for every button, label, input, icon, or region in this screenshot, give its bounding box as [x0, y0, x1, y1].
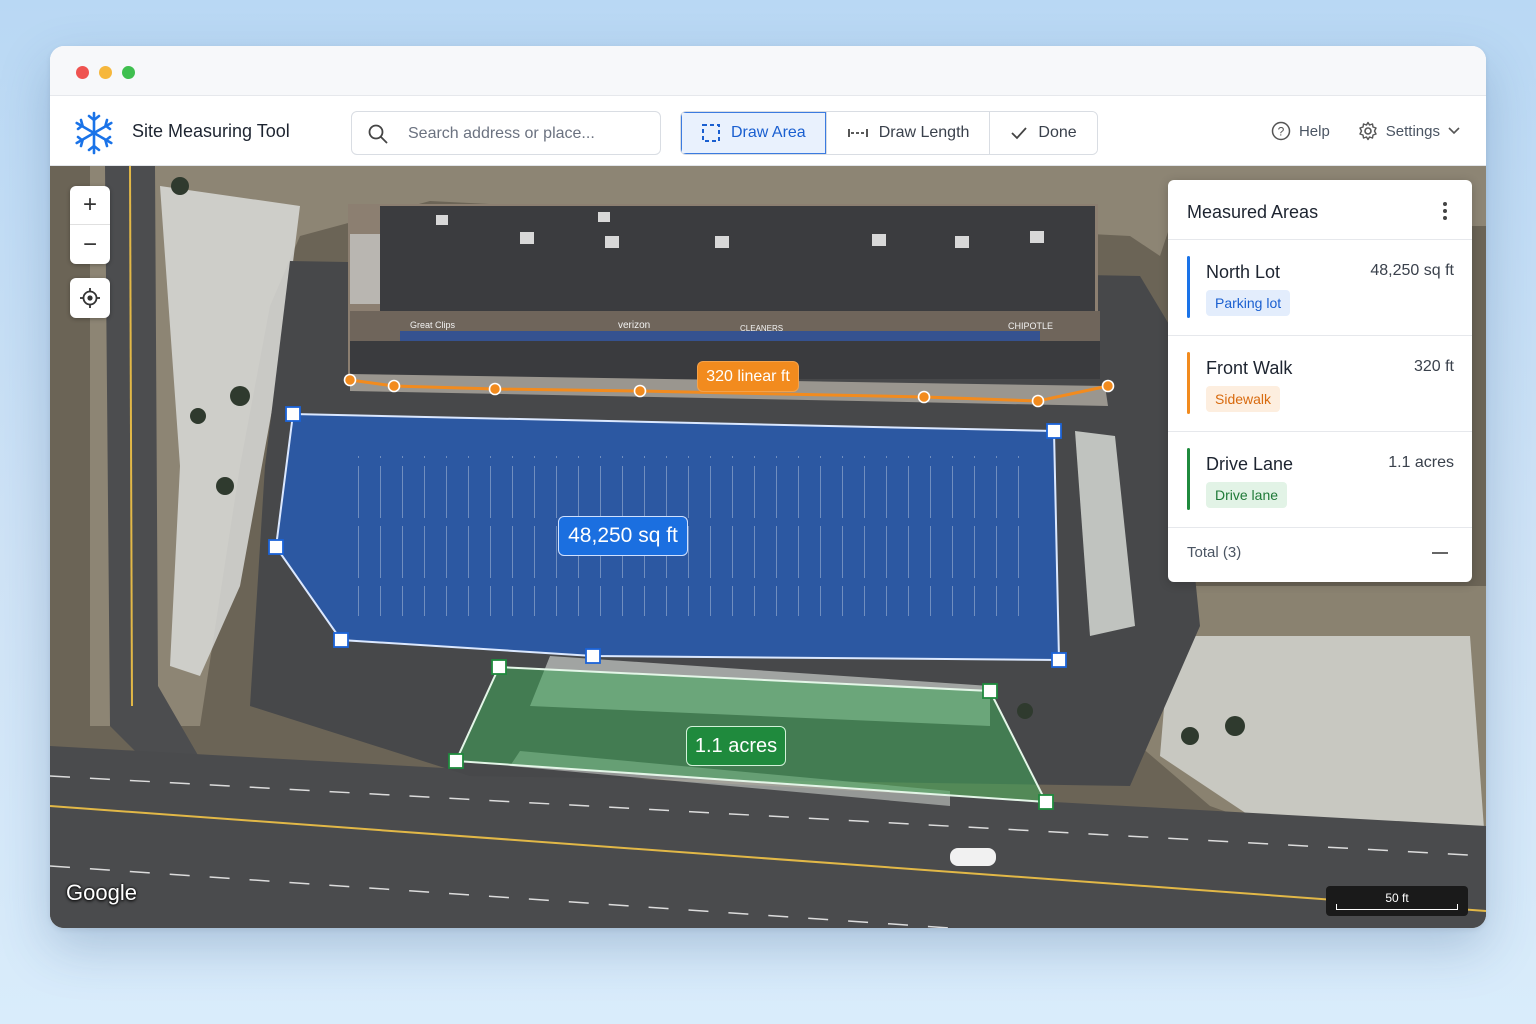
storefront-sign: Great Clips — [410, 320, 456, 330]
area-measure-label: 48,250 sq ft — [558, 516, 688, 556]
draw-area-icon — [702, 124, 720, 142]
measured-item-value: 1.1 acres — [1388, 454, 1454, 471]
area-vertex-handle[interactable] — [1046, 423, 1062, 439]
scale-label: 50 ft — [1385, 891, 1409, 905]
check-icon — [1011, 127, 1028, 140]
chevron-down-icon — [1448, 127, 1460, 135]
zoom-in-button[interactable]: + — [70, 186, 110, 225]
search-box[interactable] — [351, 111, 661, 155]
area-vertex-handle[interactable] — [982, 683, 998, 699]
area-vertex-handle[interactable] — [333, 632, 349, 648]
measured-item-value: 320 ft — [1413, 358, 1454, 375]
help-button[interactable]: ? Help — [1271, 121, 1330, 141]
area-vertex-handle[interactable] — [268, 539, 284, 555]
length-vertex-handle[interactable] — [1031, 394, 1045, 408]
panel-title: Measured Areas — [1187, 202, 1319, 222]
settings-label: Settings — [1385, 122, 1440, 140]
search-icon — [368, 124, 388, 144]
app-window: Site Measuring Tool Draw Area — [50, 46, 1486, 928]
scale-bar: 50 ft — [1326, 886, 1468, 916]
close-window-button[interactable] — [76, 66, 89, 79]
help-label: Help — [1298, 122, 1330, 140]
help-icon: ? — [1271, 121, 1291, 141]
measured-item-tag: Sidewalk — [1206, 386, 1281, 412]
draw-length-button[interactable]: Draw Length — [826, 112, 991, 154]
snowflake-icon — [75, 111, 113, 155]
minimize-window-button[interactable] — [99, 66, 112, 79]
length-vertex-handle[interactable] — [488, 382, 502, 396]
collapse-icon[interactable] — [1432, 552, 1448, 554]
area-vertex-handle[interactable] — [285, 406, 301, 422]
draw-area-button[interactable]: Draw Area — [681, 112, 827, 154]
storefront-sign: CLEANERS — [740, 324, 783, 333]
draw-length-label: Draw Length — [878, 124, 970, 141]
draw-length-icon — [847, 129, 868, 137]
storefront-sign: verizon — [618, 320, 650, 331]
app-title: Site Measuring Tool — [132, 121, 290, 141]
maximize-window-button[interactable] — [122, 66, 135, 79]
measured-item[interactable]: North Lot 48,250 sq ft Parking lot — [1168, 240, 1472, 336]
search-input[interactable] — [408, 122, 648, 146]
gear-icon — [1359, 121, 1377, 141]
svg-text:?: ? — [1278, 125, 1285, 139]
crosshair-icon — [80, 288, 100, 308]
area-vertex-handle[interactable] — [491, 659, 507, 675]
more-options-icon[interactable] — [1442, 200, 1448, 222]
length-vertex-handle[interactable] — [1101, 379, 1115, 393]
locate-button[interactable] — [70, 278, 110, 318]
storefront-sign: CHIPOTLE — [1008, 321, 1053, 331]
title-bar — [50, 46, 1486, 96]
toolbar: Site Measuring Tool Draw Area — [50, 97, 1486, 166]
area-vertex-handle[interactable] — [585, 648, 601, 664]
map-attribution: Google — [66, 880, 137, 905]
length-vertex-handle[interactable] — [387, 379, 401, 393]
map-canvas[interactable]: Great Clips verizon CLEANERS CHIPOTLE + … — [50, 166, 1486, 928]
acres-measure-label: 1.1 acres — [686, 726, 786, 766]
area-vertex-handle[interactable] — [1038, 794, 1054, 810]
zoom-control: + − — [70, 186, 110, 264]
drawing-tools: Draw Area Draw Length Done — [680, 111, 1098, 155]
area-vertex-handle[interactable] — [448, 753, 464, 769]
zoom-out-button[interactable]: − — [70, 225, 110, 264]
measured-areas-panel: Measured Areas North Lot 48,250 sq ft Pa… — [1168, 180, 1472, 582]
length-vertex-handle[interactable] — [343, 373, 357, 387]
length-vertex-handle[interactable] — [917, 390, 931, 404]
measured-item-name: Front Walk — [1206, 358, 1293, 378]
length-measure-label: 320 linear ft — [697, 361, 799, 392]
measured-item-tag: Parking lot — [1206, 290, 1291, 316]
draw-area-label: Draw Area — [731, 124, 806, 141]
measured-item[interactable]: Drive Lane 1.1 acres Drive lane — [1168, 432, 1472, 528]
done-label: Done — [1038, 124, 1077, 141]
measured-item-value: 48,250 sq ft — [1370, 262, 1454, 279]
area-vertex-handle[interactable] — [1051, 652, 1067, 668]
settings-button[interactable]: Settings — [1358, 121, 1460, 141]
length-vertex-handle[interactable] — [633, 384, 647, 398]
measured-item[interactable]: Front Walk 320 ft Sidewalk — [1168, 336, 1472, 432]
total-label: Total (3) — [1187, 544, 1242, 561]
measured-item-name: North Lot — [1206, 262, 1281, 282]
measured-item-tag: Drive lane — [1206, 482, 1288, 508]
done-button[interactable]: Done — [990, 112, 1097, 154]
measured-item-name: Drive Lane — [1206, 454, 1294, 474]
